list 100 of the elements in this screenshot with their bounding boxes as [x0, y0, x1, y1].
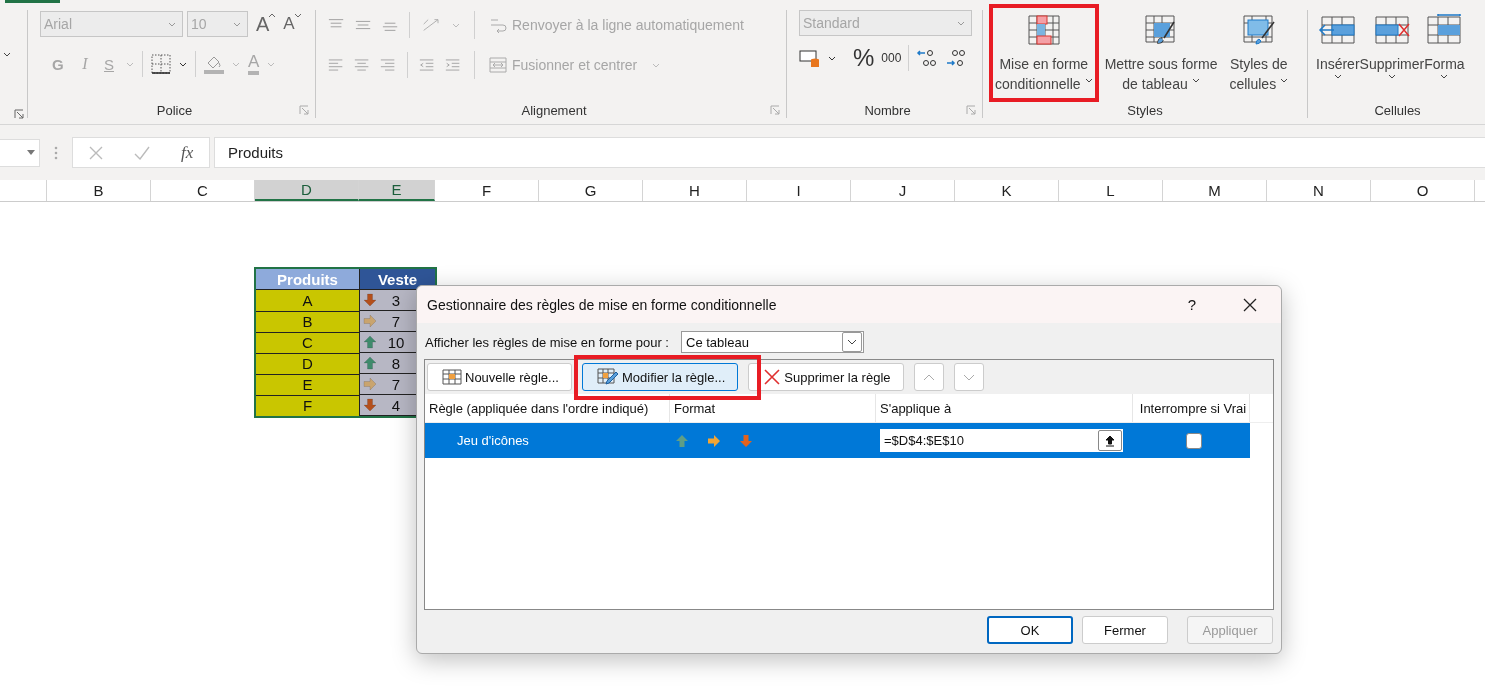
column-header[interactable]: N [1267, 180, 1371, 201]
table-header: Veste [359, 268, 436, 290]
merge-icon [489, 57, 507, 73]
ribbon-button[interactable]: Insérer [1316, 12, 1360, 83]
chevron-icon[interactable] [179, 61, 187, 67]
column-header[interactable]: M [1163, 180, 1267, 201]
name-box[interactable] [0, 138, 40, 167]
table-cell: B [255, 311, 360, 332]
align-left-icon[interactable] [328, 57, 344, 73]
table-cell-text: 7 [390, 375, 402, 393]
caret-icon [269, 12, 276, 17]
active-tab-marker [5, 0, 60, 3]
thousands-button[interactable]: 000 [881, 51, 902, 65]
move-down-button[interactable] [953, 363, 984, 391]
toolbar-button[interactable]: Nouvelle règle... [427, 363, 572, 391]
toolbar-button[interactable]: Modifier la règle... [581, 363, 739, 391]
table-cell: A [255, 289, 360, 311]
range-field[interactable]: =$D$4:$E$10 [880, 429, 1123, 452]
dialog-button[interactable]: Fermer [1082, 616, 1168, 644]
column-header: S'applique à [876, 394, 1133, 422]
cancel-icon[interactable] [88, 145, 103, 160]
table-cell-text: 8 [390, 354, 402, 372]
column-header[interactable]: L [1059, 180, 1163, 201]
table-cell: D [255, 353, 360, 374]
fill-color-icon[interactable] [204, 54, 224, 74]
group-label: Cellules [1374, 102, 1421, 118]
dialog-launcher-icon[interactable] [14, 109, 24, 119]
chevron-icon [168, 21, 176, 27]
chevron-icon[interactable] [828, 55, 836, 61]
column-header[interactable]: E [359, 180, 435, 201]
align-center-icon[interactable] [354, 57, 370, 73]
chevron-icon [1280, 77, 1289, 83]
chevron-icon[interactable] [3, 52, 11, 57]
rule-row[interactable]: Jeu d'icônes =$D$4:$E$10 [425, 423, 1250, 458]
column-header[interactable]: J [851, 180, 955, 201]
accounting-format-icon[interactable] [799, 48, 821, 68]
chevron-icon [1084, 77, 1093, 83]
column-header[interactable]: F [435, 180, 539, 201]
table-cell-text: 7 [390, 312, 402, 330]
chevron-icon [847, 339, 857, 345]
ribbon-button[interactable]: Supprimer [1359, 12, 1425, 83]
column-header[interactable]: B [47, 180, 151, 201]
move-up-button[interactable] [913, 363, 944, 391]
formula-field[interactable]: Produits [214, 137, 1485, 168]
help-button[interactable]: ? [1177, 296, 1207, 313]
column-header: Format [670, 394, 876, 422]
delete-icon [763, 368, 782, 386]
checkbox[interactable] [1185, 432, 1202, 449]
insert-cells-icon [1317, 14, 1358, 46]
align-right-icon[interactable] [380, 57, 396, 73]
chevron-icon [652, 62, 661, 68]
column-header[interactable]: H [643, 180, 747, 201]
decrease-decimal-icon[interactable] [945, 48, 968, 68]
chevron-up-icon [922, 373, 935, 381]
chevron-icon [233, 21, 241, 27]
group-label: Styles [1127, 102, 1163, 118]
insert-function-button[interactable]: fx [181, 142, 194, 163]
chevron-icon [1440, 74, 1449, 79]
ribbon-button[interactable]: Styles de cellules [1223, 4, 1295, 102]
check-icon[interactable] [133, 145, 150, 160]
dialog-title: Gestionnaire des règles de mise en forme conditionnelle [427, 296, 778, 313]
toolbar-button[interactable]: Supprimer la règle [748, 363, 904, 391]
table-cell: F [255, 395, 360, 417]
borders-icon[interactable] [151, 54, 171, 74]
ribbon-button[interactable]: Mettre sous forme de tableau [1098, 4, 1224, 102]
cell-brush-icon [1241, 14, 1276, 46]
increase-decimal-icon[interactable] [916, 48, 939, 68]
dropdown-arrow-icon [27, 150, 35, 155]
rule-name: Jeu d'icônes [456, 432, 530, 450]
group-label: Alignement [521, 102, 587, 118]
ribbon-button[interactable]: Forma [1424, 12, 1465, 83]
grid-icon [1026, 14, 1061, 46]
field-label: Afficher les règles de mise en forme pour : [425, 334, 669, 350]
percent-button[interactable]: % [853, 44, 875, 72]
group-label: Nombre [864, 102, 911, 118]
collapse-icon[interactable] [1105, 434, 1115, 447]
column-header[interactable]: D [255, 180, 359, 201]
chevron-icon [1387, 74, 1396, 79]
ribbon-button[interactable]: Mise en forme conditionnelle [989, 4, 1099, 102]
increase-indent-icon[interactable] [444, 57, 460, 73]
close-icon[interactable] [1243, 297, 1257, 312]
table-icon [442, 369, 462, 385]
column-header[interactable]: G [539, 180, 643, 201]
scope-dropdown[interactable]: Ce tableau [681, 331, 864, 353]
chevron-icon [1191, 77, 1200, 83]
column-header[interactable]: K [955, 180, 1059, 201]
orientation-icon[interactable] [421, 16, 441, 34]
chevron-icon [1333, 74, 1342, 79]
drag-handle-icon[interactable] [54, 145, 58, 160]
caret-icon [294, 14, 301, 18]
column-header[interactable]: O [1371, 180, 1475, 201]
column-header: Interrompre si Vrai [1133, 394, 1250, 422]
table-header: Produits [255, 268, 360, 290]
table-cell: E [255, 374, 360, 395]
align-middle-icon[interactable] [355, 18, 372, 32]
table-pencil-icon [596, 368, 619, 386]
chevron-down-icon [962, 373, 975, 381]
column-header[interactable]: I [747, 180, 851, 201]
decrease-indent-icon[interactable] [418, 57, 434, 73]
dialog-button[interactable]: OK [987, 616, 1073, 644]
